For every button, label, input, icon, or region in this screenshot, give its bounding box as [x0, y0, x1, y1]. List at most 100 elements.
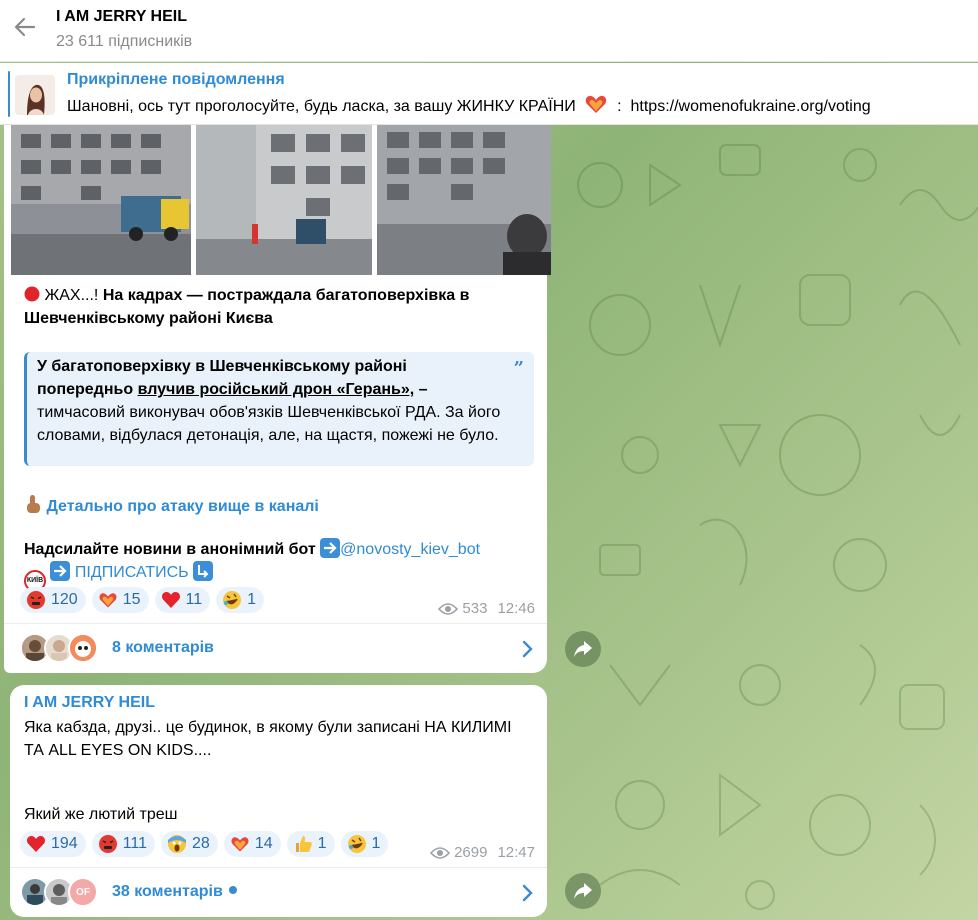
- channel-post[interactable]: ЖАХ...! На кадрах — постраждала багатопо…: [4, 110, 551, 673]
- quote-text: У багатоповерхівку в Шевченківському рай…: [37, 355, 507, 447]
- pinned-message[interactable]: Прикріплене повідомлення Шановні, ось ту…: [0, 63, 978, 125]
- rofl-face-icon: [347, 835, 366, 853]
- post-time: 12:47: [497, 844, 535, 861]
- reaction-bar: 194 111 28 14 1 1: [20, 831, 389, 857]
- pinned-colon: :: [612, 98, 627, 115]
- comments-bar[interactable]: 8 коментарів: [4, 623, 547, 673]
- photo-album[interactable]: [11, 124, 551, 275]
- avatar: [68, 633, 98, 663]
- eye-icon: [430, 846, 451, 859]
- reaction-angry[interactable]: 120: [20, 587, 86, 613]
- post-time: 12:46: [497, 600, 535, 617]
- heart-on-fire-icon: [99, 593, 117, 608]
- reaction-count: 194: [51, 835, 78, 852]
- details-line[interactable]: Детально про атаку вище в каналі: [24, 494, 319, 518]
- post-sender[interactable]: I AM JERRY HEIL: [24, 694, 155, 712]
- heart-on-fire-icon: [231, 837, 249, 852]
- reaction-heart[interactable]: 194: [20, 831, 86, 857]
- share-arrow-icon: [574, 883, 592, 899]
- share-arrow-icon: [574, 641, 592, 657]
- quote-dash: –: [418, 381, 428, 398]
- reaction-count: 14: [254, 835, 273, 852]
- comments-count-text: 38 коментарів: [112, 883, 223, 900]
- quote-line-2: попередньо: [37, 381, 134, 398]
- post-meta: 2699 12:47: [430, 844, 535, 861]
- angry-face-icon: [27, 591, 45, 609]
- quote-mark-icon: ”: [513, 358, 524, 379]
- reaction-heart-fire[interactable]: 15: [91, 587, 149, 613]
- bot-handle-link[interactable]: @novosty_kiev_bot: [340, 541, 480, 558]
- reaction-count: 1: [317, 835, 327, 852]
- reaction-count: 120: [51, 591, 78, 608]
- comments-bar[interactable]: OF 38 коментарів: [10, 867, 547, 917]
- thumbs-up-icon: [295, 836, 312, 852]
- comments-count[interactable]: 8 коментарів: [112, 639, 214, 657]
- reaction-count: 1: [247, 591, 257, 608]
- bot-line: Надсилайте новини в анонімний бот @novos…: [24, 538, 480, 561]
- reaction-angry[interactable]: 111: [91, 831, 156, 857]
- quote-line-1: У багатоповерхівку в Шевченківському рай…: [37, 358, 407, 375]
- chevron-right-icon[interactable]: [521, 640, 533, 658]
- view-count: 2699: [454, 844, 488, 861]
- pinned-title: Прикріплене повідомлення: [67, 71, 285, 88]
- quote-link[interactable]: влучив російський дрон «Герань»,: [138, 381, 415, 398]
- share-button[interactable]: [565, 631, 601, 667]
- headline-prefix: ЖАХ...!: [44, 287, 99, 304]
- share-button[interactable]: [565, 873, 601, 909]
- post-headline: ЖАХ...! На кадрах — постраждала багатопо…: [24, 284, 547, 330]
- down-right-arrow-icon: [193, 561, 214, 581]
- reaction-rofl[interactable]: 1: [340, 831, 389, 857]
- reaction-heart[interactable]: 11: [154, 587, 211, 613]
- reaction-rofl[interactable]: 1: [216, 587, 265, 613]
- chevron-right-icon[interactable]: [521, 884, 533, 902]
- photo-3[interactable]: [377, 124, 551, 275]
- subscriber-count: 23 611 підписників: [56, 33, 193, 50]
- pinned-indicator: [8, 71, 10, 117]
- back-arrow-icon[interactable]: [12, 14, 38, 40]
- pinned-text: Шановні, ось тут проголосуйте, будь ласк…: [67, 94, 871, 116]
- channel-title[interactable]: I AM JERRY HEIL: [56, 8, 187, 26]
- reaction-count: 111: [122, 835, 148, 852]
- pointing-up-icon: [27, 495, 40, 513]
- right-arrow-icon: [50, 561, 71, 581]
- commenter-avatars: OF: [20, 877, 110, 909]
- reaction-count: 15: [122, 591, 141, 608]
- red-circle-icon: [24, 286, 40, 302]
- red-heart-icon: [26, 835, 46, 852]
- screaming-face-icon: [168, 835, 187, 853]
- reaction-scream[interactable]: 28: [161, 831, 218, 857]
- post-text-line-3: Який же лютий треш: [24, 806, 178, 823]
- channel-post[interactable]: I AM JERRY HEIL Яка кабзда, друзі.. це б…: [10, 685, 547, 917]
- eye-icon: [438, 602, 459, 615]
- post-text-line-1: Яка кабзда, друзі.. це будинок, в якому …: [24, 719, 512, 736]
- right-arrow-icon: [320, 538, 341, 558]
- blockquote: У багатоповерхівку в Шевченківському рай…: [24, 352, 534, 466]
- reaction-count: 11: [185, 591, 203, 608]
- view-count: 533: [462, 600, 488, 617]
- reaction-heart-fire[interactable]: 14: [223, 831, 281, 857]
- new-comments-dot: [228, 886, 237, 894]
- subscribe-link[interactable]: ПІДПИСАТИСЬ: [75, 564, 189, 581]
- bot-text: Надсилайте новини в анонімний бот: [24, 541, 316, 558]
- reaction-count: 28: [192, 835, 210, 852]
- post-meta: 533 12:46: [438, 600, 535, 617]
- rofl-face-icon: [223, 591, 242, 609]
- reaction-thumbs-up[interactable]: 1: [286, 831, 335, 857]
- pinned-body: Шановні, ось тут проголосуйте, будь ласк…: [67, 98, 576, 115]
- angry-face-icon: [98, 835, 117, 853]
- reaction-count: 1: [371, 835, 381, 852]
- reaction-bar: 120 15 11 1: [20, 587, 265, 613]
- comments-count[interactable]: 38 коментарів: [112, 883, 237, 901]
- channel-header: I AM JERRY HEIL 23 611 підписників: [0, 0, 978, 62]
- details-link[interactable]: Детально про атаку вище в каналі: [46, 498, 318, 515]
- photo-2[interactable]: [196, 124, 372, 275]
- pinned-thumbnail: [15, 75, 55, 115]
- commenter-avatars: [20, 633, 110, 665]
- photo-1[interactable]: [11, 124, 191, 275]
- heart-on-fire-icon: [586, 95, 607, 113]
- red-heart-icon: [161, 591, 180, 608]
- post-text: Яка кабзда, друзі.. це будинок, в якому …: [24, 716, 512, 762]
- quote-rest: тимчасовий виконувач обов'язків Шевченкі…: [37, 404, 501, 444]
- avatar: OF: [68, 877, 98, 907]
- pinned-link[interactable]: https://womenofukraine.org/voting: [631, 98, 871, 115]
